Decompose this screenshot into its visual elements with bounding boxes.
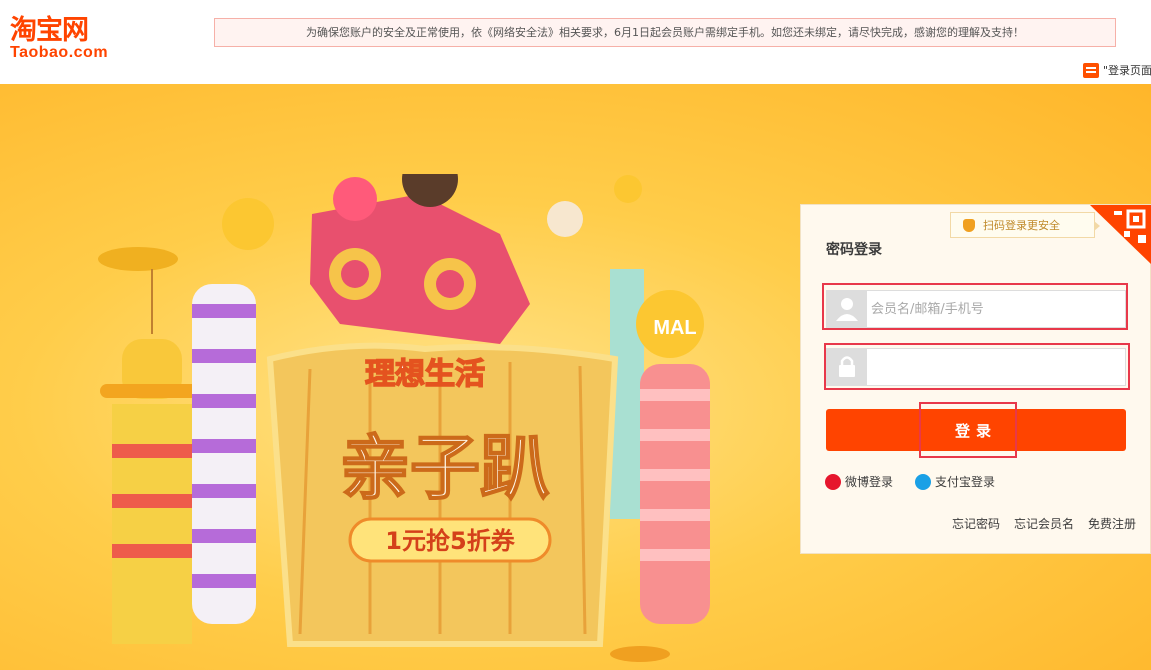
- password-input[interactable]: [871, 349, 1121, 385]
- logo-english-text: Taobao.com: [10, 44, 109, 61]
- qr-code-toggle-icon[interactable]: [1090, 205, 1151, 265]
- feedback-label: "登录页面: [1103, 64, 1151, 77]
- password-login-title: 密码登录: [826, 242, 882, 258]
- user-icon: [827, 291, 867, 327]
- login-panel: 扫码登录更安全 密码登录 会员名/邮箱/手机号 登录 微博登录 支付宝登录 忘记…: [800, 204, 1151, 554]
- taobao-login-page: 淘宝网 Taobao.com 为确保您账户的安全及正常使用，依《网络安全法》相关…: [0, 0, 1151, 670]
- forgot-password-link[interactable]: 忘记密码: [952, 515, 1000, 532]
- promo-illustration: 理想生活 亲子趴 1元抢5折券 MAL: [98, 174, 710, 662]
- login-submit-button[interactable]: 登录: [826, 409, 1126, 451]
- username-field[interactable]: [826, 290, 1126, 328]
- tmall-sign-text: MAL: [653, 317, 696, 339]
- login-page-feedback-link[interactable]: "登录页面: [1083, 61, 1151, 79]
- feedback-icon: [1083, 62, 1099, 78]
- username-input[interactable]: [871, 291, 1121, 327]
- alipay-icon: [915, 473, 931, 490]
- promo-banner[interactable]: 理想生活 亲子趴 1元抢5折券 MAL 扫码登录更安全 密码登录 会员名/邮箱/…: [0, 84, 1151, 670]
- security-notice-banner: 为确保您账户的安全及正常使用，依《网络安全法》相关要求，6月1日起会员账户需绑定…: [214, 18, 1116, 47]
- shield-icon: [963, 218, 975, 232]
- alipay-login-link[interactable]: 支付宝登录: [915, 473, 995, 490]
- weibo-icon: [825, 473, 841, 490]
- account-help-links: 忘记密码 忘记会员名 免费注册: [952, 515, 1136, 532]
- taobao-logo[interactable]: 淘宝网 Taobao.com: [10, 16, 120, 64]
- password-field[interactable]: [826, 348, 1126, 386]
- logo-chinese-text: 淘宝网: [10, 15, 89, 46]
- weibo-login-link[interactable]: 微博登录: [825, 473, 893, 490]
- weibo-login-label: 微博登录: [845, 475, 894, 489]
- alipay-login-label: 支付宝登录: [935, 475, 996, 489]
- slogan-text: 理想生活: [365, 357, 485, 392]
- lock-icon: [827, 349, 867, 385]
- coupon-text: 1元抢5折券: [385, 527, 515, 555]
- forgot-username-link[interactable]: 忘记会员名: [1014, 515, 1074, 532]
- qr-login-tip[interactable]: 扫码登录更安全: [950, 212, 1100, 238]
- headline-text: 亲子趴: [340, 427, 550, 509]
- qr-tip-label: 扫码登录更安全: [983, 219, 1060, 232]
- register-link[interactable]: 免费注册: [1088, 515, 1136, 532]
- site-header: 淘宝网 Taobao.com 为确保您账户的安全及正常使用，依《网络安全法》相关…: [0, 0, 1151, 84]
